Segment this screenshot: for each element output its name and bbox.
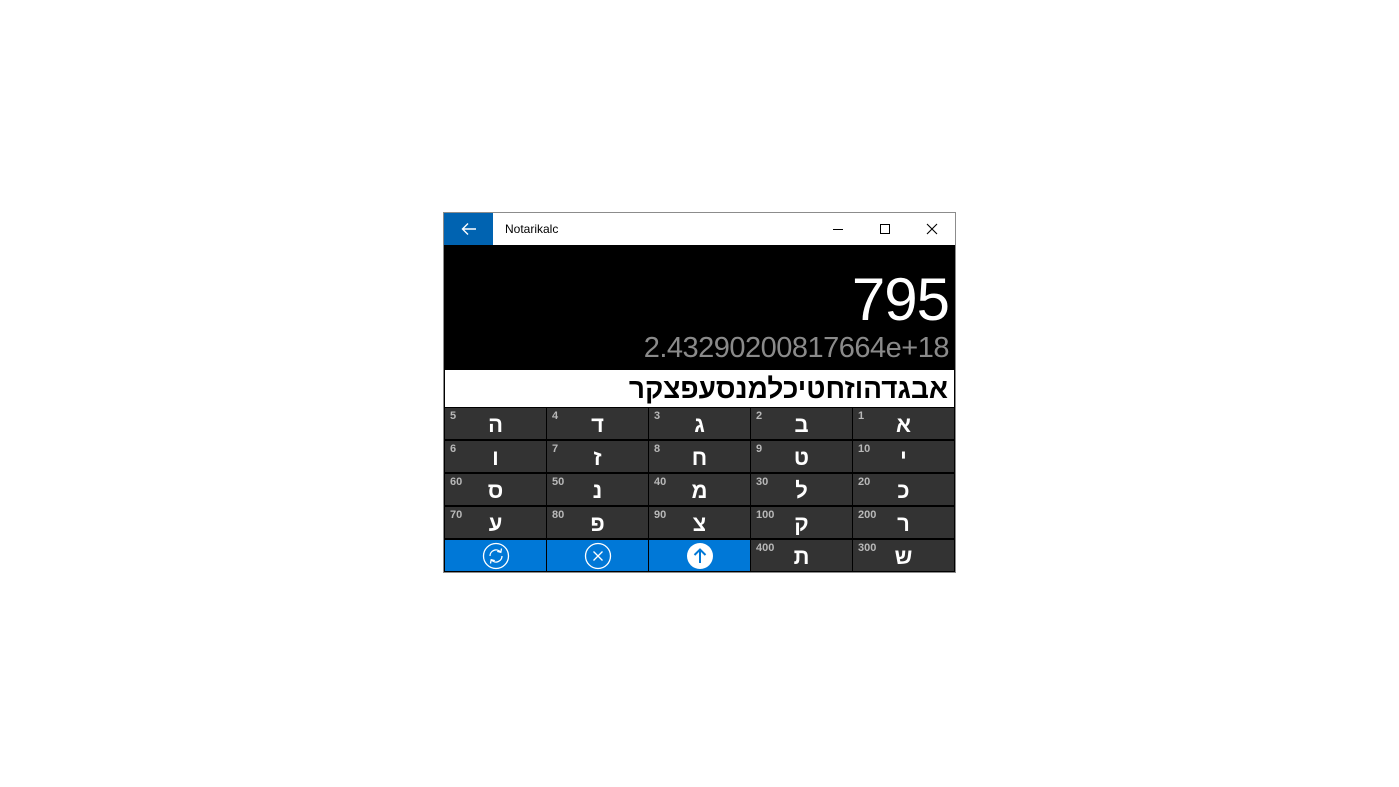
key-letter: ג bbox=[694, 412, 705, 437]
clear-icon bbox=[584, 542, 611, 569]
key-resh[interactable]: 200 ר bbox=[853, 507, 954, 538]
key-zayin[interactable]: 7 ז bbox=[547, 441, 648, 472]
refresh-button[interactable] bbox=[445, 540, 546, 571]
input-field[interactable]: אבגדהוזחטיכלמנסעפצקר bbox=[445, 370, 954, 407]
title-bar: Notarikalc bbox=[444, 213, 955, 245]
minimize-icon bbox=[832, 229, 843, 230]
key-yod[interactable]: 10 י bbox=[853, 441, 954, 472]
maximize-button[interactable] bbox=[861, 213, 908, 245]
maximize-icon bbox=[879, 224, 890, 234]
arrow-up-icon bbox=[686, 542, 713, 569]
key-letter: פ bbox=[590, 511, 605, 536]
close-icon bbox=[926, 223, 937, 235]
key-qof[interactable]: 100 ק bbox=[751, 507, 852, 538]
key-letter: ה bbox=[488, 412, 503, 437]
letter-keypad: 1 א 2 ב 3 ג 4 ד 5 ה 10 י 9 ט 8 ח 7 ז 6 ו… bbox=[444, 408, 955, 572]
key-bet[interactable]: 2 ב bbox=[751, 408, 852, 439]
close-button[interactable] bbox=[908, 213, 955, 245]
arrow-left-icon bbox=[461, 223, 476, 235]
key-letter: ד bbox=[591, 412, 604, 437]
key-letter: ע bbox=[488, 511, 503, 536]
input-text: אבגדהוזחטיכלמנסעפצקר bbox=[628, 373, 948, 404]
key-letter: נ bbox=[592, 478, 603, 503]
key-letter: ש bbox=[894, 544, 913, 569]
key-letter: ב bbox=[794, 412, 809, 437]
key-alef[interactable]: 1 א bbox=[853, 408, 954, 439]
key-letter: י bbox=[900, 445, 907, 470]
key-letter: ט bbox=[793, 445, 810, 470]
key-tav[interactable]: 400 ת bbox=[751, 540, 852, 571]
minimize-button[interactable] bbox=[814, 213, 861, 245]
key-letter: ח bbox=[691, 445, 708, 470]
key-dalet[interactable]: 4 ד bbox=[547, 408, 648, 439]
secondary-result: 2.43290200817664e+18 bbox=[643, 332, 950, 364]
key-nun[interactable]: 50 נ bbox=[547, 474, 648, 505]
key-tsadi[interactable]: 90 צ bbox=[649, 507, 750, 538]
key-letter: כ bbox=[897, 478, 910, 503]
key-letter: מ bbox=[691, 478, 708, 503]
key-letter: ס bbox=[487, 478, 504, 503]
key-letter: ת bbox=[793, 544, 810, 569]
key-samekh[interactable]: 60 ס bbox=[445, 474, 546, 505]
key-letter: א bbox=[895, 412, 911, 437]
key-letter: ז bbox=[593, 445, 602, 470]
result-display: 795 2.43290200817664e+18 bbox=[444, 245, 955, 370]
key-letter: ו bbox=[492, 445, 499, 470]
submit-button[interactable] bbox=[649, 540, 750, 571]
key-vav[interactable]: 6 ו bbox=[445, 441, 546, 472]
result-value: 795 bbox=[851, 266, 950, 333]
key-letter: ק bbox=[794, 511, 809, 536]
key-lamed[interactable]: 30 ל bbox=[751, 474, 852, 505]
key-mem[interactable]: 40 מ bbox=[649, 474, 750, 505]
key-letter: ל bbox=[795, 478, 808, 503]
key-letter: צ bbox=[692, 511, 707, 536]
back-button[interactable] bbox=[444, 213, 493, 245]
key-gimel[interactable]: 3 ג bbox=[649, 408, 750, 439]
key-ayin[interactable]: 70 ע bbox=[445, 507, 546, 538]
key-kaf[interactable]: 20 כ bbox=[853, 474, 954, 505]
key-pe[interactable]: 80 פ bbox=[547, 507, 648, 538]
refresh-icon bbox=[482, 542, 509, 569]
key-he[interactable]: 5 ה bbox=[445, 408, 546, 439]
key-het[interactable]: 8 ח bbox=[649, 441, 750, 472]
key-shin[interactable]: 300 ש bbox=[853, 540, 954, 571]
key-tet[interactable]: 9 ט bbox=[751, 441, 852, 472]
app-window: Notarikalc 795 2.43290200817664e+18 אבגד… bbox=[443, 212, 956, 573]
clear-button[interactable] bbox=[547, 540, 648, 571]
window-title: Notarikalc bbox=[505, 222, 559, 236]
key-letter: ר bbox=[897, 511, 910, 536]
